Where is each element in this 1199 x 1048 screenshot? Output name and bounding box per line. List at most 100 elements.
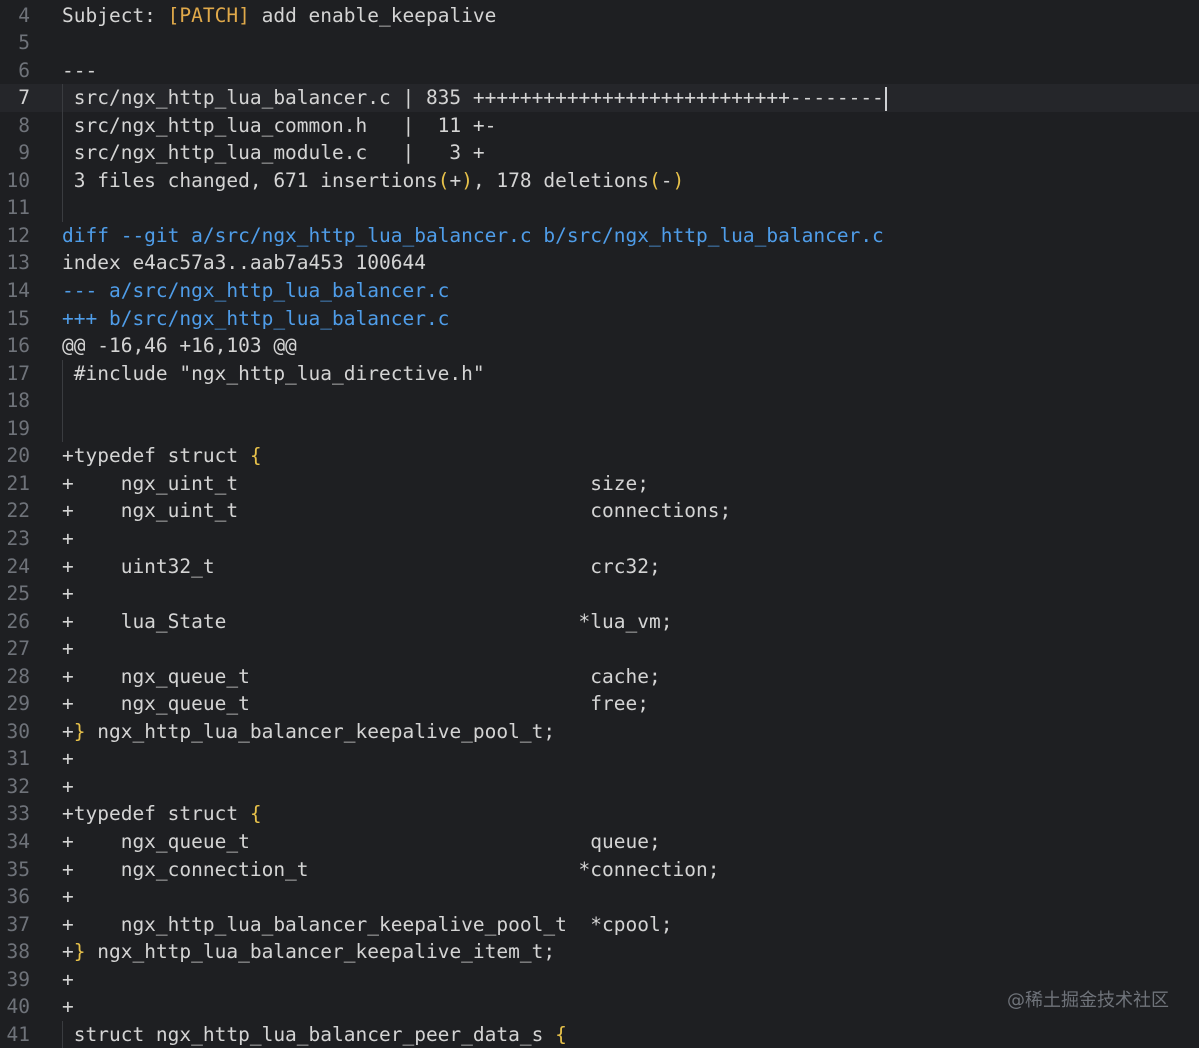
code-line[interactable]: 20 +typedef struct {	[0, 442, 1199, 470]
code-line[interactable]: 30 +} ngx_http_lua_balancer_keepalive_poo…	[0, 718, 1199, 746]
code-line[interactable]: 14 --- a/src/ngx_http_lua_balancer.c	[0, 277, 1199, 305]
code-editor[interactable]: 4 Subject: [PATCH] add enable_keepalive 5 6…	[0, 0, 1199, 1048]
code-token: +typedef struct	[62, 444, 250, 468]
code-token: + ngx_uint_t connections;	[62, 499, 732, 523]
code-text: + ngx_uint_t connections;	[62, 497, 731, 525]
code-token: )	[461, 168, 473, 192]
line-number: 23	[6, 526, 30, 550]
line-number: 4	[18, 3, 30, 27]
code-text: +	[62, 883, 74, 911]
code-line[interactable]: 34 + ngx_queue_t queue;	[0, 828, 1199, 856]
code-token: , 178 deletions	[472, 168, 650, 192]
code-token: }	[73, 940, 86, 964]
code-line[interactable]: 15 +++ b/src/ngx_http_lua_balancer.c	[0, 305, 1199, 333]
code-line[interactable]: 26 + lua_State *lua_vm;	[0, 608, 1199, 636]
code-line[interactable]: 21 + ngx_uint_t size;	[0, 470, 1199, 498]
code-line[interactable]: 6 ---	[0, 57, 1199, 85]
code-token: +	[62, 885, 74, 909]
line-number: 21	[6, 471, 30, 495]
code-text: ---	[62, 57, 97, 85]
code-token: + ngx_queue_t free;	[62, 692, 649, 716]
line-number: 33	[6, 802, 30, 826]
code-text: + ngx_connection_t *connection;	[62, 856, 719, 884]
code-line[interactable]: 12 diff --git a/src/ngx_http_lua_balancer…	[0, 222, 1199, 250]
code-line[interactable]: 9 src/ngx_http_lua_module.c | 3 +	[0, 139, 1199, 167]
watermark: @稀土掘金技术社区	[1007, 990, 1169, 1011]
code-line[interactable]: 24 + uint32_t crc32;	[0, 553, 1199, 581]
line-number: 11	[6, 196, 30, 220]
line-number: 13	[6, 251, 30, 275]
code-token: ngx_http_lua_balancer_keepalive_item_t;	[85, 940, 556, 964]
code-token: diff --git a/src/ngx_http_lua_balancer.c…	[62, 223, 884, 247]
code-text: diff --git a/src/ngx_http_lua_balancer.c…	[62, 222, 884, 250]
code-text: + ngx_queue_t cache;	[62, 663, 661, 691]
line-number: 39	[6, 967, 30, 991]
code-line[interactable]: 19	[0, 414, 1199, 443]
code-line[interactable]: 22 + ngx_uint_t connections;	[0, 497, 1199, 525]
code-line[interactable]: 31 +	[0, 745, 1199, 773]
line-number: 36	[6, 885, 30, 909]
code-token: {	[249, 802, 262, 826]
code-text: + ngx_queue_t free;	[62, 690, 649, 718]
code-line[interactable]: 41 struct ngx_http_lua_balancer_peer_dat…	[0, 1020, 1199, 1048]
code-line[interactable]: 25 +	[0, 580, 1199, 608]
code-text: + uint32_t crc32;	[62, 553, 661, 581]
code-token: }	[73, 719, 86, 743]
code-token: index e4ac57a3..aab7a453 100644	[62, 251, 426, 275]
code-line[interactable]: 33 +typedef struct {	[0, 800, 1199, 828]
code-line[interactable]: 8 src/ngx_http_lua_common.h | 11 +-	[0, 111, 1199, 140]
code-line[interactable]: 32 +	[0, 773, 1199, 801]
code-line[interactable]: 38 +} ngx_http_lua_balancer_keepalive_ite…	[0, 938, 1199, 966]
code-text: src/ngx_http_lua_common.h | 11 +-	[62, 112, 497, 140]
line-number: 9	[18, 141, 30, 165]
code-text: +} ngx_http_lua_balancer_keepalive_pool_…	[62, 718, 555, 746]
code-line[interactable]: 16 @@ -16,46 +16,103 @@	[0, 332, 1199, 360]
line-number: 22	[6, 499, 30, 523]
code-token: + ngx_queue_t queue;	[62, 830, 661, 853]
code-text: +++ b/src/ngx_http_lua_balancer.c	[62, 305, 449, 333]
line-number: 18	[6, 389, 30, 413]
code-line[interactable]: 36 +	[0, 883, 1199, 911]
code-text: src/ngx_http_lua_module.c | 3 +	[62, 139, 485, 167]
code-token: (	[649, 168, 661, 192]
code-line[interactable]: 18	[0, 387, 1199, 415]
code-token: -	[660, 168, 673, 192]
code-token: src/ngx_http_lua_common.h | 11 +-	[62, 113, 497, 137]
code-line[interactable]: 5	[0, 29, 1199, 57]
line-number: 27	[6, 637, 30, 661]
code-line[interactable]: 17 #include "ngx_http_lua_directive.h"	[0, 359, 1199, 388]
code-line[interactable]: 27 +	[0, 635, 1199, 663]
code-text: + ngx_uint_t size;	[62, 470, 649, 498]
code-token: +++ b/src/ngx_http_lua_balancer.c	[62, 306, 450, 330]
code-token: Subject:	[62, 3, 168, 27]
line-number: 10	[6, 168, 30, 192]
code-token: + uint32_t crc32;	[62, 554, 661, 578]
code-token: @@ -16,46 +16,103 @@	[62, 334, 297, 358]
line-number: 14	[6, 279, 30, 302]
code-line[interactable]: 37 + ngx_http_lua_balancer_keepalive_pool…	[0, 911, 1199, 939]
code-line[interactable]: 29 + ngx_queue_t free;	[0, 690, 1199, 718]
line-number: 12	[6, 223, 30, 247]
code-token: + ngx_uint_t size;	[62, 471, 649, 495]
code-line[interactable]: 4 Subject: [PATCH] add enable_keepalive	[0, 2, 1199, 30]
line-number: 40	[6, 995, 30, 1019]
code-text: + lua_State *lua_vm;	[62, 608, 672, 636]
code-token: )	[672, 168, 685, 192]
code-token: +	[62, 940, 74, 964]
line-number: 38	[6, 940, 30, 964]
text-cursor	[884, 86, 887, 111]
line-number: 41	[6, 1022, 30, 1046]
code-text: +	[62, 966, 74, 994]
code-line[interactable]: 10 3 files changed, 671 insertions(+), 1…	[0, 166, 1199, 195]
code-token: +	[62, 719, 74, 743]
indent-guide	[62, 387, 63, 415]
code-line[interactable]: 13 index e4ac57a3..aab7a453 100644	[0, 249, 1199, 277]
code-line[interactable]: 35 + ngx_connection_t *connection;	[0, 856, 1199, 884]
code-line[interactable]: 7 src/ngx_http_lua_balancer.c | 835 ++++…	[0, 84, 1199, 112]
code-token: struct ngx_http_lua_balancer_peer_data_s	[62, 1022, 556, 1046]
code-line[interactable]: 28 + ngx_queue_t cache;	[0, 663, 1199, 691]
code-text: Subject: [PATCH] add enable_keepalive	[62, 2, 496, 30]
code-token: +	[62, 637, 74, 661]
code-line[interactable]: 23 +	[0, 525, 1199, 553]
code-line[interactable]: 11	[0, 194, 1199, 222]
